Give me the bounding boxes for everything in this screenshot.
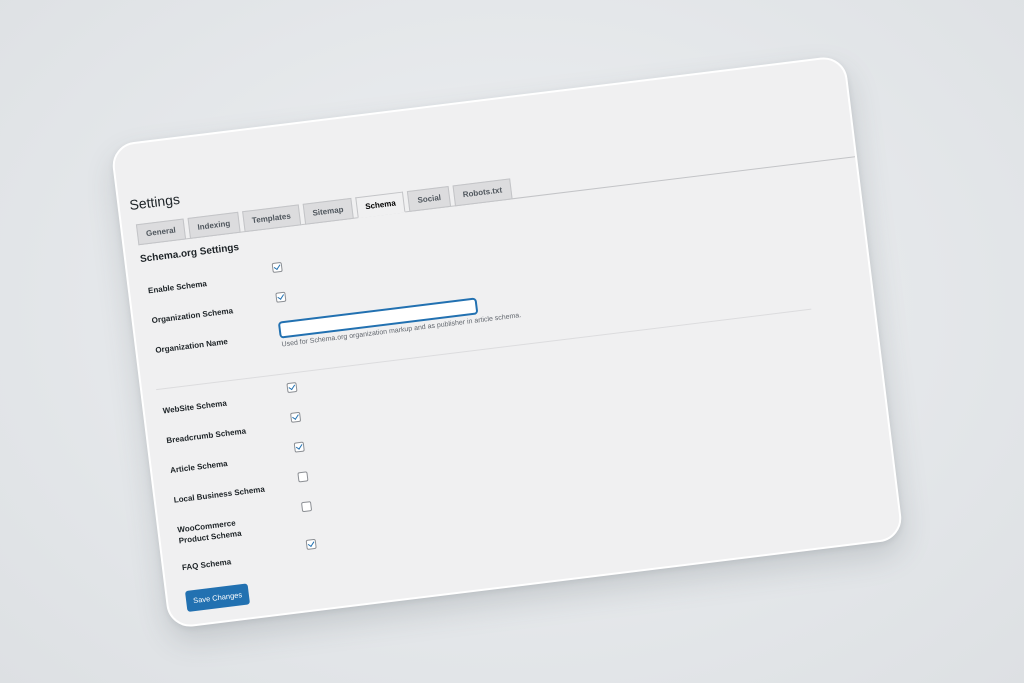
tab-social[interactable]: Social (407, 185, 452, 212)
tab-sitemap[interactable]: Sitemap (302, 197, 354, 225)
schema-settings-form: Enable Schema Organization Schema Organi… (142, 196, 835, 583)
tab-robots-txt[interactable]: Robots.txt (452, 178, 513, 207)
backdrop: Settings General Indexing Templates Site… (0, 0, 1024, 683)
faq-schema-label: FAQ Schema (181, 557, 232, 573)
enable-schema-checkbox[interactable] (271, 261, 283, 274)
tab-schema[interactable]: Schema (355, 191, 406, 219)
settings-window: Settings General Indexing Templates Site… (110, 54, 904, 630)
organization-schema-checkbox[interactable] (275, 291, 287, 303)
article-schema-checkbox[interactable] (293, 441, 305, 453)
local-business-schema-checkbox[interactable] (297, 471, 309, 483)
website-schema-checkbox[interactable] (286, 381, 298, 394)
breadcrumb-schema-checkbox[interactable] (290, 411, 302, 423)
faq-schema-checkbox[interactable] (305, 538, 317, 550)
tab-indexing[interactable]: Indexing (187, 211, 241, 239)
save-changes-button[interactable]: Save Changes (184, 583, 251, 612)
section-title: Schema.org Settings (139, 242, 240, 266)
tab-templates[interactable]: Templates (241, 204, 301, 233)
woocommerce-product-schema-checkbox[interactable] (301, 501, 313, 513)
woocommerce-product-schema-label: WooCommerce Product Schema (176, 518, 243, 546)
organization-name-label: Organization Name (154, 337, 229, 355)
page-title: Settings (128, 190, 181, 213)
tab-general[interactable]: General (135, 218, 186, 246)
